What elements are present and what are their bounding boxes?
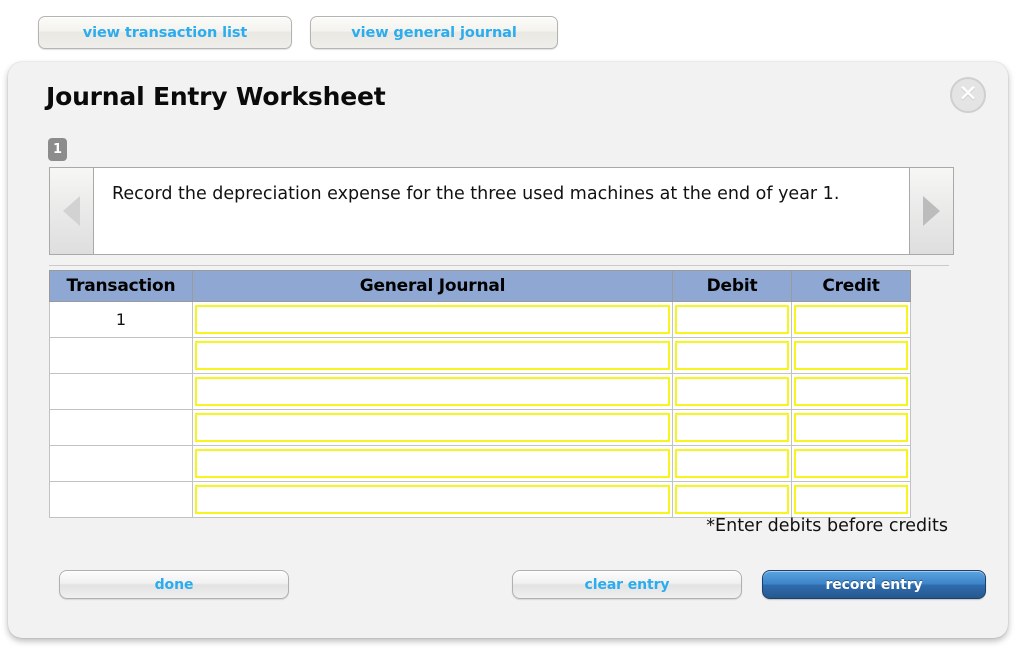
chevron-left-icon bbox=[63, 196, 80, 226]
done-button[interactable]: done bbox=[59, 570, 289, 599]
debit-cell[interactable] bbox=[672, 301, 792, 338]
general-journal-input[interactable] bbox=[195, 485, 670, 514]
credit-input[interactable] bbox=[794, 377, 908, 406]
transaction-number-cell bbox=[49, 337, 193, 374]
journal-entry-table: Transaction General Journal Debit Credit… bbox=[49, 270, 911, 518]
general-journal-cell[interactable] bbox=[192, 481, 673, 518]
debit-input[interactable] bbox=[675, 413, 789, 442]
debit-cell[interactable] bbox=[672, 373, 792, 410]
debit-input[interactable] bbox=[675, 449, 789, 478]
general-journal-cell[interactable] bbox=[192, 337, 673, 374]
credit-cell[interactable] bbox=[791, 373, 911, 410]
prompt-navigator: Record the depreciation expense for the … bbox=[49, 167, 954, 255]
clear-entry-button[interactable]: clear entry bbox=[512, 570, 742, 599]
general-journal-cell[interactable] bbox=[192, 445, 673, 482]
table-row bbox=[49, 409, 911, 446]
credit-input[interactable] bbox=[794, 449, 908, 478]
debit-cell[interactable] bbox=[672, 337, 792, 374]
general-journal-cell[interactable] bbox=[192, 373, 673, 410]
journal-entry-worksheet-panel: Journal Entry Worksheet ✕ 1 Record the d… bbox=[8, 62, 1008, 638]
debit-input[interactable] bbox=[675, 485, 789, 514]
table-header-row: Transaction General Journal Debit Credit bbox=[49, 270, 911, 302]
column-header-transaction: Transaction bbox=[49, 270, 193, 302]
column-header-general-journal: General Journal bbox=[192, 270, 673, 302]
view-general-journal-button[interactable]: view general journal bbox=[310, 16, 558, 49]
transaction-number-cell bbox=[49, 409, 193, 446]
transaction-number-cell bbox=[49, 445, 193, 482]
general-journal-input[interactable] bbox=[195, 449, 670, 478]
credit-cell[interactable] bbox=[791, 409, 911, 446]
credit-cell[interactable] bbox=[791, 445, 911, 482]
credit-input[interactable] bbox=[794, 485, 908, 514]
table-row bbox=[49, 373, 911, 410]
debit-input[interactable] bbox=[675, 377, 789, 406]
debit-cell[interactable] bbox=[672, 445, 792, 482]
debit-cell[interactable] bbox=[672, 409, 792, 446]
credit-input[interactable] bbox=[794, 305, 908, 334]
credit-input[interactable] bbox=[794, 413, 908, 442]
column-header-debit: Debit bbox=[672, 270, 792, 302]
transaction-number-cell: 1 bbox=[49, 301, 193, 338]
view-transaction-list-button[interactable]: view transaction list bbox=[38, 16, 292, 49]
debit-input[interactable] bbox=[675, 305, 789, 334]
prompt-text: Record the depreciation expense for the … bbox=[93, 167, 910, 255]
table-row bbox=[49, 337, 911, 374]
page-title: Journal Entry Worksheet bbox=[46, 82, 386, 111]
previous-entry-button[interactable] bbox=[49, 167, 93, 255]
credit-cell[interactable] bbox=[791, 337, 911, 374]
general-journal-input[interactable] bbox=[195, 305, 670, 334]
close-icon: ✕ bbox=[958, 80, 978, 107]
next-entry-button[interactable] bbox=[910, 167, 954, 255]
general-journal-cell[interactable] bbox=[192, 301, 673, 338]
table-row bbox=[49, 445, 911, 482]
table-row: 1 bbox=[49, 301, 911, 338]
section-divider bbox=[49, 265, 949, 266]
general-journal-cell[interactable] bbox=[192, 409, 673, 446]
top-toolbar: view transaction list view general journ… bbox=[38, 16, 558, 49]
general-journal-input[interactable] bbox=[195, 413, 670, 442]
record-entry-button[interactable]: record entry bbox=[762, 570, 986, 599]
credit-cell[interactable] bbox=[791, 481, 911, 518]
general-journal-input[interactable] bbox=[195, 377, 670, 406]
close-button[interactable]: ✕ bbox=[950, 77, 986, 113]
debits-before-credits-note: *Enter debits before credits bbox=[706, 516, 948, 536]
debit-input[interactable] bbox=[675, 341, 789, 370]
credit-input[interactable] bbox=[794, 341, 908, 370]
debit-cell[interactable] bbox=[672, 481, 792, 518]
credit-cell[interactable] bbox=[791, 301, 911, 338]
table-row bbox=[49, 481, 911, 518]
general-journal-input[interactable] bbox=[195, 341, 670, 370]
transaction-number-cell bbox=[49, 481, 193, 518]
chevron-right-icon bbox=[923, 196, 940, 226]
column-header-credit: Credit bbox=[791, 270, 911, 302]
footer-actions: done clear entry record entry bbox=[8, 570, 1008, 600]
step-badge: 1 bbox=[48, 138, 67, 161]
transaction-number-cell bbox=[49, 373, 193, 410]
